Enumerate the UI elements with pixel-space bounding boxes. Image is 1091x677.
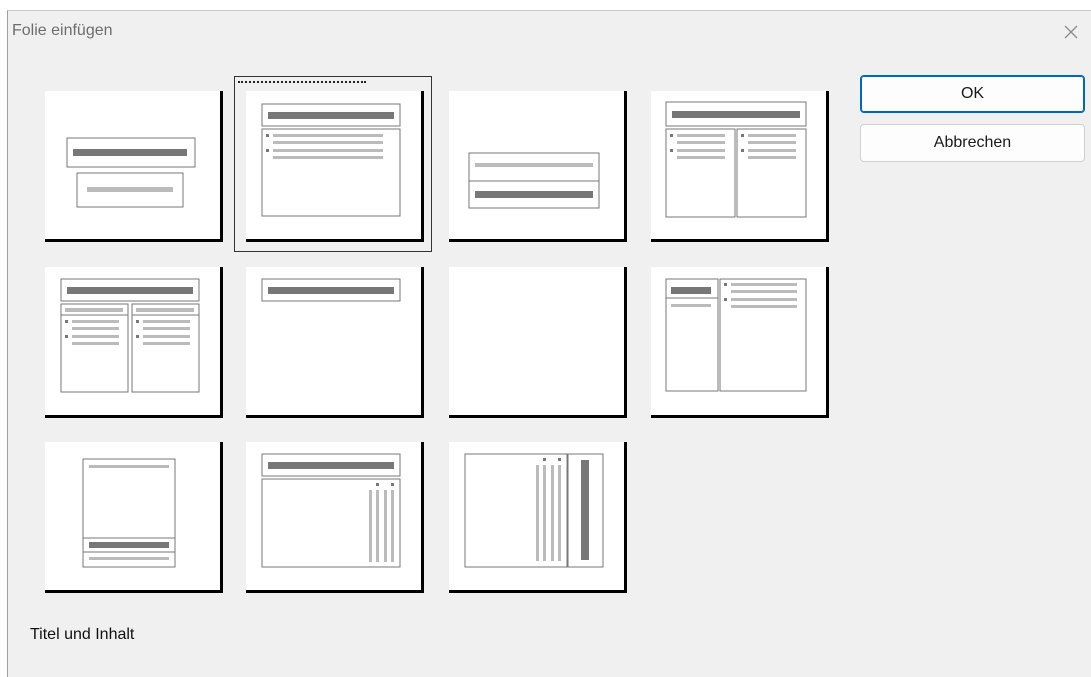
close-icon	[1064, 25, 1078, 39]
layout-title-slide-diagram	[66, 137, 196, 208]
layout-title-two-columns-diagram	[665, 101, 807, 218]
layout-title-content-diagram	[261, 103, 401, 217]
layout-picture-with-caption-diagram	[82, 458, 176, 568]
layout-title-only[interactable]	[246, 267, 424, 419]
layout-comparison-diagram	[60, 278, 200, 393]
layout-content-with-caption[interactable]	[651, 267, 829, 419]
title-bar: Folie einfügen	[8, 11, 1091, 53]
layout-vertical-title-text[interactable]	[449, 442, 627, 594]
ok-button[interactable]: OK	[860, 75, 1085, 113]
layout-title-only-diagram	[261, 278, 401, 302]
layout-title-only-centered[interactable]	[449, 91, 627, 243]
layout-vertical-title-text-diagram	[464, 453, 604, 568]
insert-slide-dialog: Folie einfügen OK Abbrechen Titel und In…	[7, 10, 1091, 677]
layout-title-vertical-text[interactable]	[246, 442, 424, 594]
layout-title-vertical-text-diagram	[261, 453, 401, 568]
cancel-button[interactable]: Abbrechen	[860, 124, 1085, 162]
selected-layout-name: Titel und Inhalt	[30, 626, 135, 643]
close-button[interactable]	[1051, 11, 1091, 53]
layout-title-two-columns[interactable]	[651, 91, 829, 243]
layout-title-slide[interactable]	[45, 91, 223, 243]
layout-title-content[interactable]	[246, 91, 424, 243]
layout-content-with-caption-diagram	[665, 278, 807, 392]
layout-blank[interactable]	[449, 267, 627, 419]
layout-comparison[interactable]	[45, 267, 223, 419]
layout-picture-with-caption[interactable]	[45, 442, 223, 594]
slide-thumbnail	[449, 267, 627, 418]
dialog-title: Folie einfügen	[12, 22, 113, 39]
layout-title-only-centered-diagram	[468, 152, 600, 209]
focus-indicator	[238, 81, 366, 83]
